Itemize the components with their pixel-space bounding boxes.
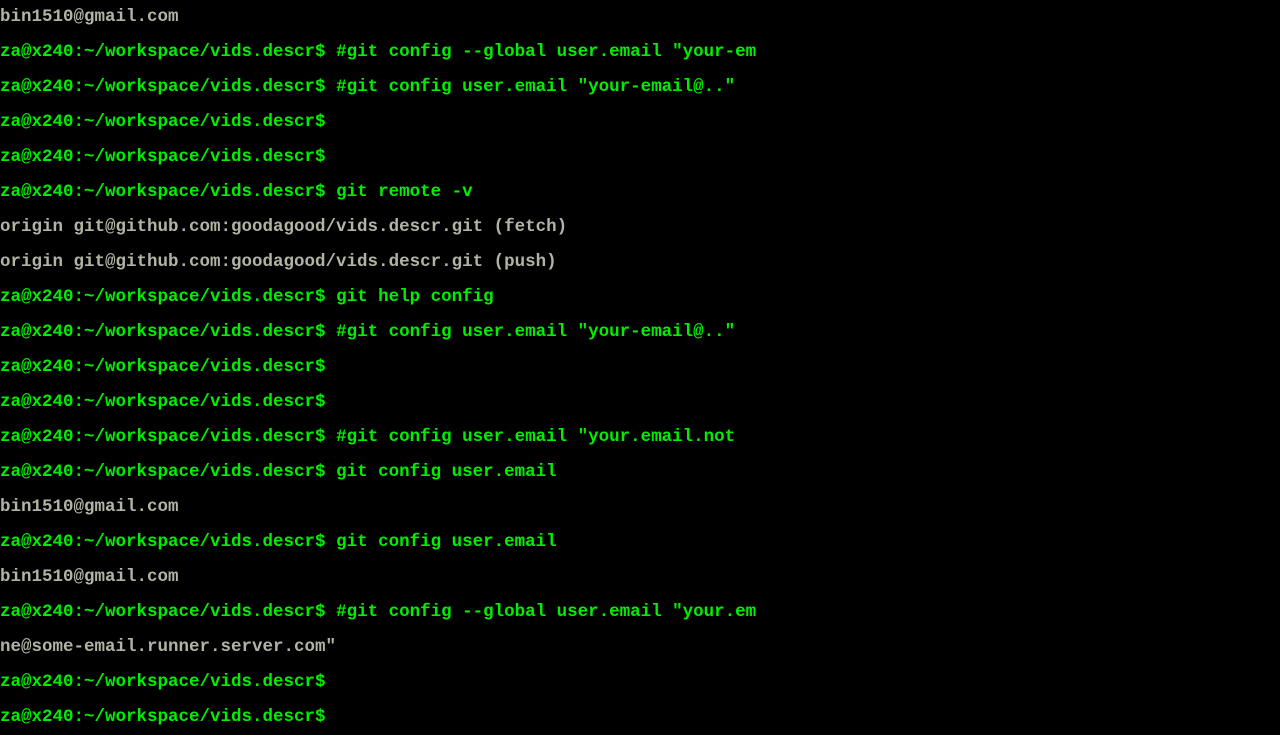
terminal-line: za@x240:~/workspace/vids.descr$ #git con…: [0, 420, 1280, 455]
terminal-line: za@x240:~/workspace/vids.descr$ #git con…: [0, 315, 1280, 350]
terminal-line: za@x240:~/workspace/vids.descr$: [0, 700, 1280, 735]
shell-prompt: za@x240:~/workspace/vids.descr$: [0, 287, 326, 307]
command-text: #git config user.email "your-email@..": [326, 77, 736, 97]
command-text: #git config --global user.email "your.em: [326, 602, 757, 622]
shell-prompt: za@x240:~/workspace/vids.descr$: [0, 672, 326, 692]
terminal-line: za@x240:~/workspace/vids.descr$ git remo…: [0, 175, 1280, 210]
command-text: git config user.email: [326, 532, 557, 552]
shell-prompt: za@x240:~/workspace/vids.descr$: [0, 392, 326, 412]
terminal-line: za@x240:~/workspace/vids.descr$: [0, 140, 1280, 175]
output-text: origin git@github.com:goodagood/vids.des…: [0, 252, 557, 272]
shell-prompt: za@x240:~/workspace/vids.descr$: [0, 602, 326, 622]
shell-prompt: za@x240:~/workspace/vids.descr$: [0, 707, 326, 727]
shell-prompt: za@x240:~/workspace/vids.descr$: [0, 357, 326, 377]
terminal-line: origin git@github.com:goodagood/vids.des…: [0, 210, 1280, 245]
terminal-line: origin git@github.com:goodagood/vids.des…: [0, 245, 1280, 280]
command-text: #git config user.email "your-email@..": [326, 322, 736, 342]
output-text: bin1510@gmail.com: [0, 497, 179, 517]
command-text: #git config user.email "your.email.not: [326, 427, 736, 447]
shell-prompt: za@x240:~/workspace/vids.descr$: [0, 532, 326, 552]
output-text: origin git@github.com:goodagood/vids.des…: [0, 217, 567, 237]
terminal-line: za@x240:~/workspace/vids.descr$ #git con…: [0, 595, 1280, 630]
command-text: git help config: [326, 287, 494, 307]
terminal-line: za@x240:~/workspace/vids.descr$ git conf…: [0, 525, 1280, 560]
shell-prompt: za@x240:~/workspace/vids.descr$: [0, 77, 326, 97]
shell-prompt: za@x240:~/workspace/vids.descr$: [0, 112, 326, 132]
output-text: bin1510@gmail.com: [0, 7, 179, 27]
terminal-line: za@x240:~/workspace/vids.descr$ #git con…: [0, 70, 1280, 105]
terminal-window[interactable]: bin1510@gmail.com za@x240:~/workspace/vid…: [0, 0, 1280, 735]
terminal-line: bin1510@gmail.com: [0, 560, 1280, 595]
terminal-line: za@x240:~/workspace/vids.descr$: [0, 350, 1280, 385]
shell-prompt: za@x240:~/workspace/vids.descr$: [0, 462, 326, 482]
terminal-line: za@x240:~/workspace/vids.descr$: [0, 665, 1280, 700]
shell-prompt: za@x240:~/workspace/vids.descr$: [0, 42, 326, 62]
command-text: #git config --global user.email "your-em: [326, 42, 757, 62]
terminal-line: za@x240:~/workspace/vids.descr$ #git con…: [0, 35, 1280, 70]
output-text: ne@some-email.runner.server.com": [0, 637, 336, 657]
output-text: bin1510@gmail.com: [0, 567, 179, 587]
terminal-line: za@x240:~/workspace/vids.descr$: [0, 105, 1280, 140]
terminal-line: za@x240:~/workspace/vids.descr$: [0, 385, 1280, 420]
command-text: git remote -v: [326, 182, 473, 202]
command-text: git config user.email: [326, 462, 557, 482]
terminal-line: bin1510@gmail.com: [0, 0, 1280, 35]
shell-prompt: za@x240:~/workspace/vids.descr$: [0, 427, 326, 447]
terminal-line: bin1510@gmail.com: [0, 490, 1280, 525]
terminal-line: za@x240:~/workspace/vids.descr$ git conf…: [0, 455, 1280, 490]
shell-prompt: za@x240:~/workspace/vids.descr$: [0, 182, 326, 202]
shell-prompt: za@x240:~/workspace/vids.descr$: [0, 322, 326, 342]
terminal-line: ne@some-email.runner.server.com": [0, 630, 1280, 665]
shell-prompt: za@x240:~/workspace/vids.descr$: [0, 147, 326, 167]
terminal-line: za@x240:~/workspace/vids.descr$ git help…: [0, 280, 1280, 315]
